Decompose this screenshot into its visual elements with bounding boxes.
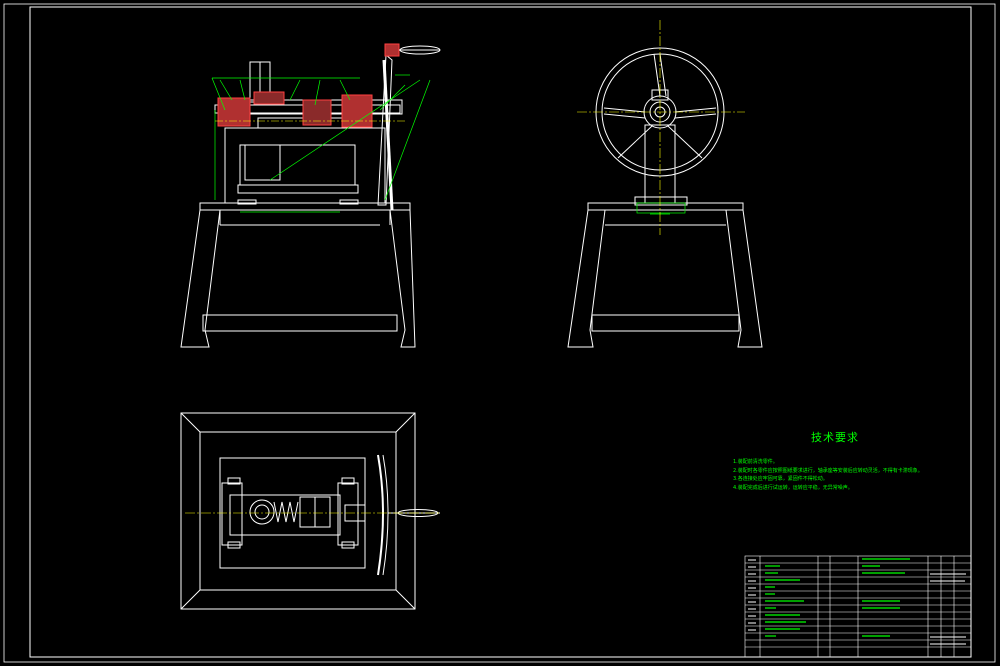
technical-requirements-title: 技术要求 (811, 431, 859, 444)
side-view (567, 47, 763, 348)
requirement-item-2: 2.装配时各零件应按照图纸要求进行，轴承座等安装后应转动灵活，不得有卡滞现象。 (733, 467, 923, 474)
title-block-white-marks (748, 559, 966, 645)
title-block-text-marks (765, 558, 910, 637)
title-block (744, 555, 972, 658)
top-view (180, 412, 440, 610)
front-view-annotations (211, 74, 431, 213)
requirement-item-4: 4.装配完成后进行试运转，运转应平稳，无异常噪声。 (733, 484, 853, 491)
technical-requirements-list: 1.装配前清洗零件。 2.装配时各零件应按照图纸要求进行，轴承座等安装后应转动灵… (733, 458, 973, 492)
requirement-item-3: 3.各连接处应牢固可靠，紧固件不得松动。 (733, 476, 828, 482)
front-view (180, 43, 441, 348)
requirement-item-1: 1.装配前清洗零件。 (733, 459, 778, 465)
cad-drawing (3, 3, 996, 663)
